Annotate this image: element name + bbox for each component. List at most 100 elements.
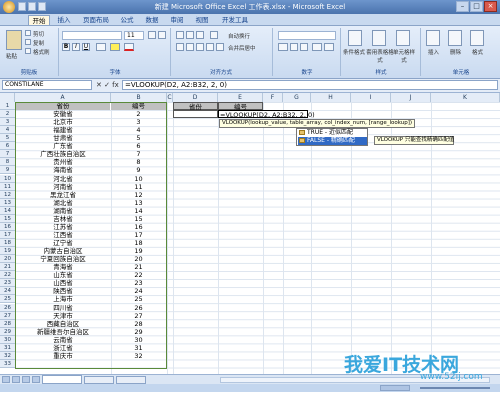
format-button[interactable]: 格式 (472, 48, 483, 56)
row-header[interactable]: 33 (0, 359, 15, 368)
row-header[interactable]: 10 (0, 174, 15, 183)
tab-insert[interactable]: 插入 (54, 15, 74, 25)
align-bottom-icon[interactable] (196, 31, 204, 39)
cell-style-icon[interactable] (396, 30, 410, 46)
row-header[interactable]: 20 (0, 255, 15, 264)
tab-review[interactable]: 审阅 (167, 15, 187, 25)
row-header[interactable]: 19 (0, 247, 15, 256)
font-color-icon[interactable] (124, 43, 134, 51)
orientation-icon[interactable] (210, 31, 218, 39)
column-header-j[interactable]: J (391, 93, 431, 102)
column-header-g[interactable]: G (283, 93, 311, 102)
align-top-icon[interactable] (176, 31, 184, 39)
row-header[interactable]: 32 (0, 351, 15, 360)
cut-icon[interactable] (25, 30, 31, 36)
next-sheet-icon[interactable] (22, 376, 30, 383)
row-header[interactable]: 17 (0, 230, 15, 239)
currency-icon[interactable] (278, 43, 288, 51)
delete-button[interactable]: 删除 (450, 48, 461, 56)
increase-decimal-icon[interactable] (312, 43, 322, 51)
row-header[interactable]: 5 (0, 134, 15, 143)
sheet-tab-active[interactable] (42, 375, 82, 384)
border-icon[interactable] (96, 43, 106, 51)
row-header[interactable]: 28 (0, 319, 15, 328)
table-format-button[interactable]: 套用表格格式 (366, 48, 394, 64)
insert-button[interactable]: 插入 (428, 48, 439, 56)
align-center-icon[interactable] (186, 43, 194, 51)
row-header[interactable]: 6 (0, 142, 15, 151)
tab-developer[interactable]: 开发工具 (218, 15, 252, 25)
decrease-decimal-icon[interactable] (324, 43, 334, 51)
paste-button[interactable]: 粘贴 (6, 52, 17, 60)
bold-icon[interactable]: B (62, 43, 70, 51)
row-header[interactable]: 31 (0, 343, 15, 352)
row-header[interactable]: 3 (0, 118, 15, 127)
format-cells-icon[interactable] (470, 30, 484, 46)
column-header-i[interactable]: I (351, 93, 391, 102)
view-buttons[interactable] (380, 385, 410, 391)
row-header[interactable]: 22 (0, 271, 15, 280)
column-header-e[interactable]: E (218, 93, 263, 102)
row-header[interactable]: 30 (0, 335, 15, 344)
cell-style-button[interactable]: 单元格样式 (392, 48, 416, 64)
row-header[interactable]: 11 (0, 182, 15, 191)
row-header[interactable]: 4 (0, 126, 15, 135)
lookup-header-province[interactable]: 省份 (173, 102, 218, 111)
autocomplete-option-true[interactable]: TRUE - 近似匹配 (298, 129, 367, 137)
zoom-slider[interactable] (420, 387, 490, 389)
autocomplete-option-false[interactable]: FALSE - 精确匹配 (298, 137, 367, 145)
copy-icon[interactable] (25, 39, 31, 45)
align-left-icon[interactable] (176, 43, 184, 51)
name-box[interactable]: CONSTILANE (2, 80, 92, 90)
format-painter-button[interactable]: 格式刷 (33, 48, 50, 56)
tab-home[interactable]: 开始 (28, 15, 50, 25)
underline-icon[interactable]: U (82, 43, 90, 51)
percent-icon[interactable] (290, 43, 298, 51)
row-header[interactable]: 8 (0, 158, 15, 167)
row-header[interactable]: 14 (0, 206, 15, 215)
row-header[interactable]: 1 (0, 102, 15, 110)
decrease-indent-icon[interactable] (206, 43, 214, 51)
close-button[interactable]: × (484, 1, 497, 12)
italic-icon[interactable]: I (72, 43, 80, 51)
column-header-k[interactable]: K (431, 93, 500, 102)
font-name-combo[interactable] (62, 31, 122, 40)
tab-page-layout[interactable]: 页面布局 (78, 15, 114, 25)
sheet-tab[interactable] (84, 376, 114, 384)
comma-icon[interactable] (300, 43, 308, 51)
row-header[interactable]: 25 (0, 295, 15, 304)
lookup-input-cell[interactable] (173, 110, 218, 118)
row-header[interactable]: 24 (0, 287, 15, 296)
conditional-format-icon[interactable] (348, 30, 362, 46)
align-right-icon[interactable] (196, 43, 204, 51)
column-header-a[interactable]: A (15, 93, 111, 102)
align-middle-icon[interactable] (186, 31, 194, 39)
active-cell-formula[interactable]: =VLOOKUP(D2, A2:B32, 2, 0) (218, 110, 315, 119)
maximize-button[interactable]: □ (470, 1, 483, 12)
row-header[interactable]: 7 (0, 150, 15, 159)
shrink-font-icon[interactable] (158, 31, 166, 39)
row-header[interactable]: 23 (0, 279, 15, 288)
row-header[interactable]: 9 (0, 166, 15, 175)
number-format-combo[interactable] (278, 31, 336, 40)
tab-formulas[interactable]: 公式 (117, 15, 137, 25)
row-header[interactable]: 2 (0, 110, 15, 119)
prev-sheet-icon[interactable] (12, 376, 20, 383)
format-painter-icon[interactable] (25, 48, 31, 54)
fill-color-icon[interactable] (110, 43, 120, 51)
row-header[interactable]: 12 (0, 190, 15, 199)
tab-data[interactable]: 数据 (142, 15, 162, 25)
row-header[interactable]: 29 (0, 327, 15, 336)
increase-indent-icon[interactable] (216, 43, 224, 51)
copy-button[interactable]: 复制 (33, 39, 44, 47)
row-header[interactable]: 16 (0, 222, 15, 231)
row-header[interactable]: 26 (0, 303, 15, 312)
sheet-tab[interactable] (116, 376, 146, 384)
lookup-header-number[interactable]: 编号 (218, 102, 263, 111)
column-header-h[interactable]: H (311, 93, 351, 102)
row-header[interactable]: 21 (0, 263, 15, 272)
conditional-format-button[interactable]: 条件格式 (343, 48, 365, 56)
row-header[interactable]: 13 (0, 198, 15, 207)
row-header[interactable]: 15 (0, 214, 15, 223)
last-sheet-icon[interactable] (32, 376, 40, 383)
